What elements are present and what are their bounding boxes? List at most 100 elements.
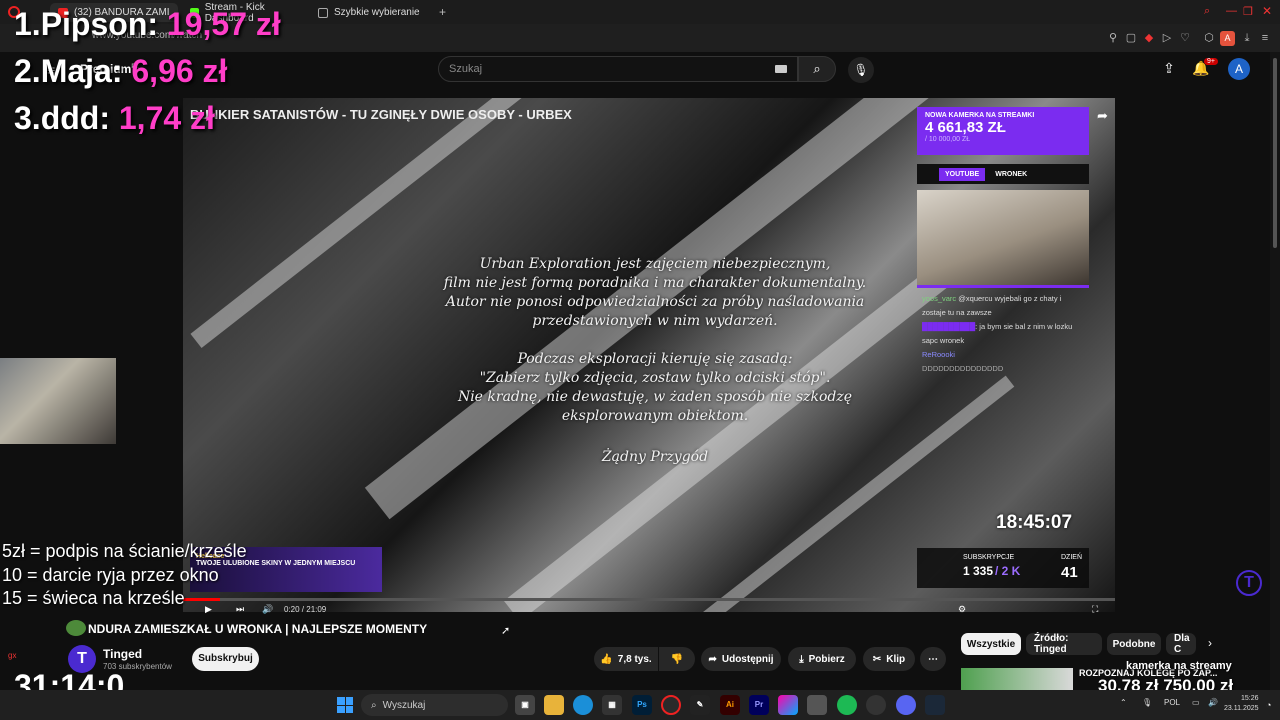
mic-icon: 🎙	[853, 63, 869, 77]
snapshot-icon[interactable]: ▢	[1124, 31, 1138, 45]
donation-rule: 15 = świeca na krześle	[2, 588, 185, 608]
share-button[interactable]: ➦ Udostępnij	[701, 647, 781, 671]
more-actions-button[interactable]: ⋯	[920, 647, 946, 671]
download-icon[interactable]: ⤓	[1240, 31, 1254, 45]
volume-icon[interactable]: 🔊	[262, 604, 273, 615]
download-button[interactable]: ⤓ Pobierz	[788, 647, 856, 671]
network-icon[interactable]: ▭	[1192, 698, 1200, 707]
edge-icon[interactable]	[573, 695, 593, 715]
volume-icon[interactable]: 🔊	[1208, 698, 1218, 707]
donor-name: ddd:	[40, 100, 110, 136]
spotify-icon[interactable]	[837, 695, 857, 715]
play-icon[interactable]: ▷	[1160, 31, 1174, 45]
donation-amount: 4 661,83 ZŁ	[925, 119, 1006, 136]
language-indicator[interactable]: POL	[1164, 698, 1180, 707]
platform-other: WRONEK	[995, 170, 1028, 178]
video-overlay-title: BUNKIER SATANISTÓW - TU ZGINĘŁY DWIE OSO…	[190, 107, 572, 122]
tab-speed-dial[interactable]: Szybkie wybieranie	[310, 3, 438, 22]
share-icon[interactable]: ➦	[1097, 108, 1108, 124]
share-label: Udostępnij	[721, 653, 774, 665]
maximize-icon[interactable]: ❐	[1243, 5, 1253, 18]
chat-message: yoos_varc @xquercu wyjebali go z chaty i…	[922, 292, 1087, 320]
shield-icon[interactable]: ◆	[1142, 31, 1156, 45]
chat-message: DDDDDDDDDDDDDDD	[922, 362, 1087, 376]
chat-user: yoos_varc	[922, 294, 957, 303]
new-tab-icon[interactable]: +	[439, 5, 446, 19]
next-video-thumbnail[interactable]	[961, 668, 1073, 690]
donation-label: NOWA KAMERKA NA STREAMKI	[925, 112, 1035, 119]
app-icon[interactable]	[807, 695, 827, 715]
scrollbar-thumb[interactable]	[1273, 58, 1277, 248]
search-input[interactable]: Szukaj	[438, 56, 798, 82]
extensions-icon[interactable]: ⬡	[1202, 31, 1216, 45]
like-count: 7,8 tys.	[617, 653, 652, 665]
heart-icon[interactable]: ♡	[1178, 31, 1192, 45]
subs-label: SUBSKRYPCJE	[963, 554, 1015, 561]
minimize-icon[interactable]: —	[1226, 5, 1237, 17]
settings-icon[interactable]: ⚙	[958, 604, 966, 615]
donation-goal-box: NOWA KAMERKA NA STREAMKI 4 661,83 ZŁ / 1…	[917, 107, 1089, 155]
file-explorer-icon[interactable]	[544, 695, 564, 715]
tab-label: Szybkie wybieranie	[334, 7, 420, 18]
chip-for-you[interactable]: Dla C	[1166, 633, 1196, 655]
opera-icon[interactable]	[661, 695, 681, 715]
illustrator-icon[interactable]: Ai	[720, 695, 740, 715]
clock-date: 23.11.2025	[1224, 705, 1259, 712]
tray-chevron-icon[interactable]: ⌃	[1120, 698, 1127, 707]
voice-search-button[interactable]: 🎙	[848, 57, 874, 83]
disclaimer-signature: Żądny Przygód	[601, 449, 709, 465]
channel-avatar[interactable]: T	[68, 645, 96, 673]
chevron-right-icon[interactable]: ›	[1208, 636, 1212, 650]
windows-start-icon[interactable]	[337, 697, 353, 713]
steam-icon[interactable]	[866, 695, 886, 715]
subscribe-button[interactable]: Subskrybuj	[192, 647, 259, 671]
profile-button[interactable]: A	[1220, 31, 1235, 46]
fullscreen-icon[interactable]: ⛶	[1092, 604, 1098, 615]
like-button[interactable]: 👍 7,8 tys.	[594, 647, 658, 671]
search-button[interactable]: ⌕	[798, 56, 836, 82]
page-scrollbar[interactable]	[1270, 52, 1280, 692]
video-title: NDURA ZAMIESZKAŁ U WRONKA | NAJLEPSZE MO…	[88, 622, 428, 636]
channel-watermark-icon: T	[1236, 570, 1262, 596]
disclaimer-rules: Podczas eksploracji kieruję się zasadą: …	[457, 351, 853, 424]
discord-icon[interactable]	[896, 695, 916, 715]
clip-button[interactable]: ✂ Klip	[863, 647, 915, 671]
next-icon[interactable]: ⏭	[236, 604, 244, 615]
play-icon[interactable]: ▶	[205, 604, 212, 615]
close-icon[interactable]: ✕	[1262, 4, 1272, 18]
chat-text: DDDDDDDDDDDDDDD	[922, 364, 1004, 373]
chip-all[interactable]: Wszystkie	[961, 633, 1021, 655]
subs-value: 1 335	[963, 564, 994, 578]
search-icon: ⌕	[813, 61, 821, 76]
keyboard-icon[interactable]	[775, 65, 787, 73]
system-clock[interactable]: 15:26 23.11.2025	[1224, 694, 1259, 714]
mic-icon[interactable]: 🎙	[1142, 698, 1152, 707]
notification-icon[interactable]: ◔	[1266, 700, 1271, 710]
upload-icon[interactable]: ⇪	[1160, 60, 1178, 77]
app-icon[interactable]: ✎	[690, 695, 710, 715]
dislike-button[interactable]: 👎	[659, 647, 695, 671]
camera-goal-label: kamerka na streamy	[1126, 660, 1232, 672]
chip-related[interactable]: Podobne	[1107, 633, 1161, 655]
user-avatar[interactable]: A	[1228, 58, 1250, 80]
donor-amount: 6,96 zł	[131, 53, 228, 89]
day-value: 41	[1061, 564, 1078, 581]
premiere-icon[interactable]: Pr	[749, 695, 769, 715]
store-icon[interactable]: ▦	[602, 695, 622, 715]
channel-name[interactable]: Tinged	[103, 647, 142, 661]
photoshop-icon[interactable]: Ps	[632, 695, 652, 715]
app-icon[interactable]	[778, 695, 798, 715]
pepe-emote-icon	[66, 620, 86, 636]
clip-label: Klip	[886, 653, 906, 665]
taskbar-search[interactable]: ⌕ Wyszukaj	[361, 694, 508, 716]
rank: 2.	[14, 53, 41, 89]
task-view-icon[interactable]: ▣	[515, 695, 535, 715]
subs-goal: / 2 K	[994, 564, 1021, 578]
search-icon[interactable]: ⌕	[1204, 5, 1210, 18]
app-icon[interactable]	[925, 695, 945, 715]
video-progress-bar[interactable]	[183, 598, 1115, 601]
donor-name: Maja:	[40, 53, 123, 89]
pin-icon[interactable]: ⚲	[1106, 31, 1120, 45]
chip-source[interactable]: Źródło: Tinged	[1026, 633, 1102, 655]
menu-icon[interactable]: ≡	[1258, 31, 1272, 45]
